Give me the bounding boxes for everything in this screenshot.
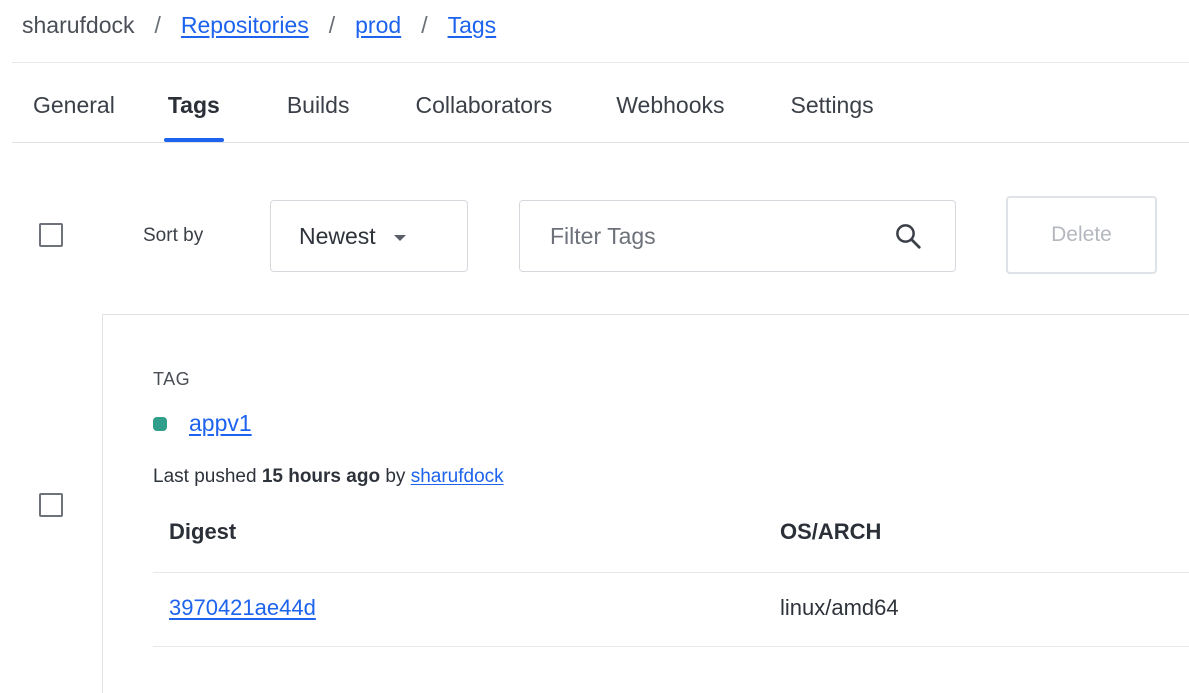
tab-webhooks[interactable]: Webhooks — [616, 90, 724, 142]
pushed-by-prefix: by — [385, 466, 406, 487]
breadcrumb-separator: / — [421, 12, 428, 38]
table-row-divider — [153, 646, 1189, 647]
select-all-checkbox[interactable] — [39, 223, 63, 247]
os-arch-column-header: OS/ARCH — [780, 519, 882, 544]
tabs-divider — [12, 142, 1189, 143]
delete-button[interactable]: Delete — [1006, 196, 1157, 274]
header-divider — [12, 62, 1189, 63]
tab-general[interactable]: General — [33, 90, 115, 142]
tag-card — [102, 314, 1189, 693]
breadcrumb-owner: sharufdock — [22, 12, 135, 38]
filter-tags-input[interactable] — [548, 221, 872, 251]
tag-name-line: appv1 — [153, 410, 252, 437]
chevron-down-icon — [393, 235, 406, 241]
breadcrumb-separator: / — [328, 12, 336, 38]
breadcrumb-prod-link[interactable]: prod — [355, 12, 401, 39]
tag-status-dot — [153, 416, 167, 431]
tab-collaborators[interactable]: Collaborators — [415, 90, 552, 142]
tags-page: sharufdock / Repositories / prod / Tags … — [0, 0, 1189, 693]
table-row-digest: 3970421ae44d — [169, 595, 316, 621]
tag-column-header: TAG — [153, 369, 191, 389]
filter-tags-field[interactable] — [519, 200, 956, 272]
sort-value: Newest — [299, 222, 376, 249]
table-header-divider — [153, 572, 1189, 573]
breadcrumb-repositories-link[interactable]: Repositories — [181, 12, 309, 39]
pushed-prefix: Last pushed — [153, 466, 257, 487]
pushed-by-user-link[interactable]: sharufdock — [411, 466, 504, 487]
table-row-os-arch: linux/amd64 — [780, 595, 899, 620]
tag-name-link[interactable]: appv1 — [189, 410, 252, 437]
sort-label: Sort by — [143, 225, 204, 246]
breadcrumb-tags-link[interactable]: Tags — [448, 12, 497, 39]
tab-tags[interactable]: Tags — [163, 90, 224, 142]
breadcrumb-separator: / — [154, 12, 161, 38]
tab-bar: General Tags Builds Collaborators Webhoo… — [33, 90, 874, 142]
breadcrumb: sharufdock / Repositories / prod / Tags — [22, 12, 496, 39]
tag-row-checkbox[interactable] — [39, 493, 63, 517]
last-pushed-info: Last pushed 15 hours ago by sharufdock — [153, 466, 504, 488]
sort-select[interactable]: Newest — [270, 200, 468, 272]
pushed-time: 15 hours ago — [261, 466, 381, 487]
search-icon[interactable] — [893, 221, 923, 251]
digest-column-header: Digest — [169, 519, 237, 544]
digest-link[interactable]: 3970421ae44d — [169, 595, 316, 620]
tab-builds[interactable]: Builds — [287, 90, 350, 142]
tab-settings[interactable]: Settings — [791, 90, 874, 142]
